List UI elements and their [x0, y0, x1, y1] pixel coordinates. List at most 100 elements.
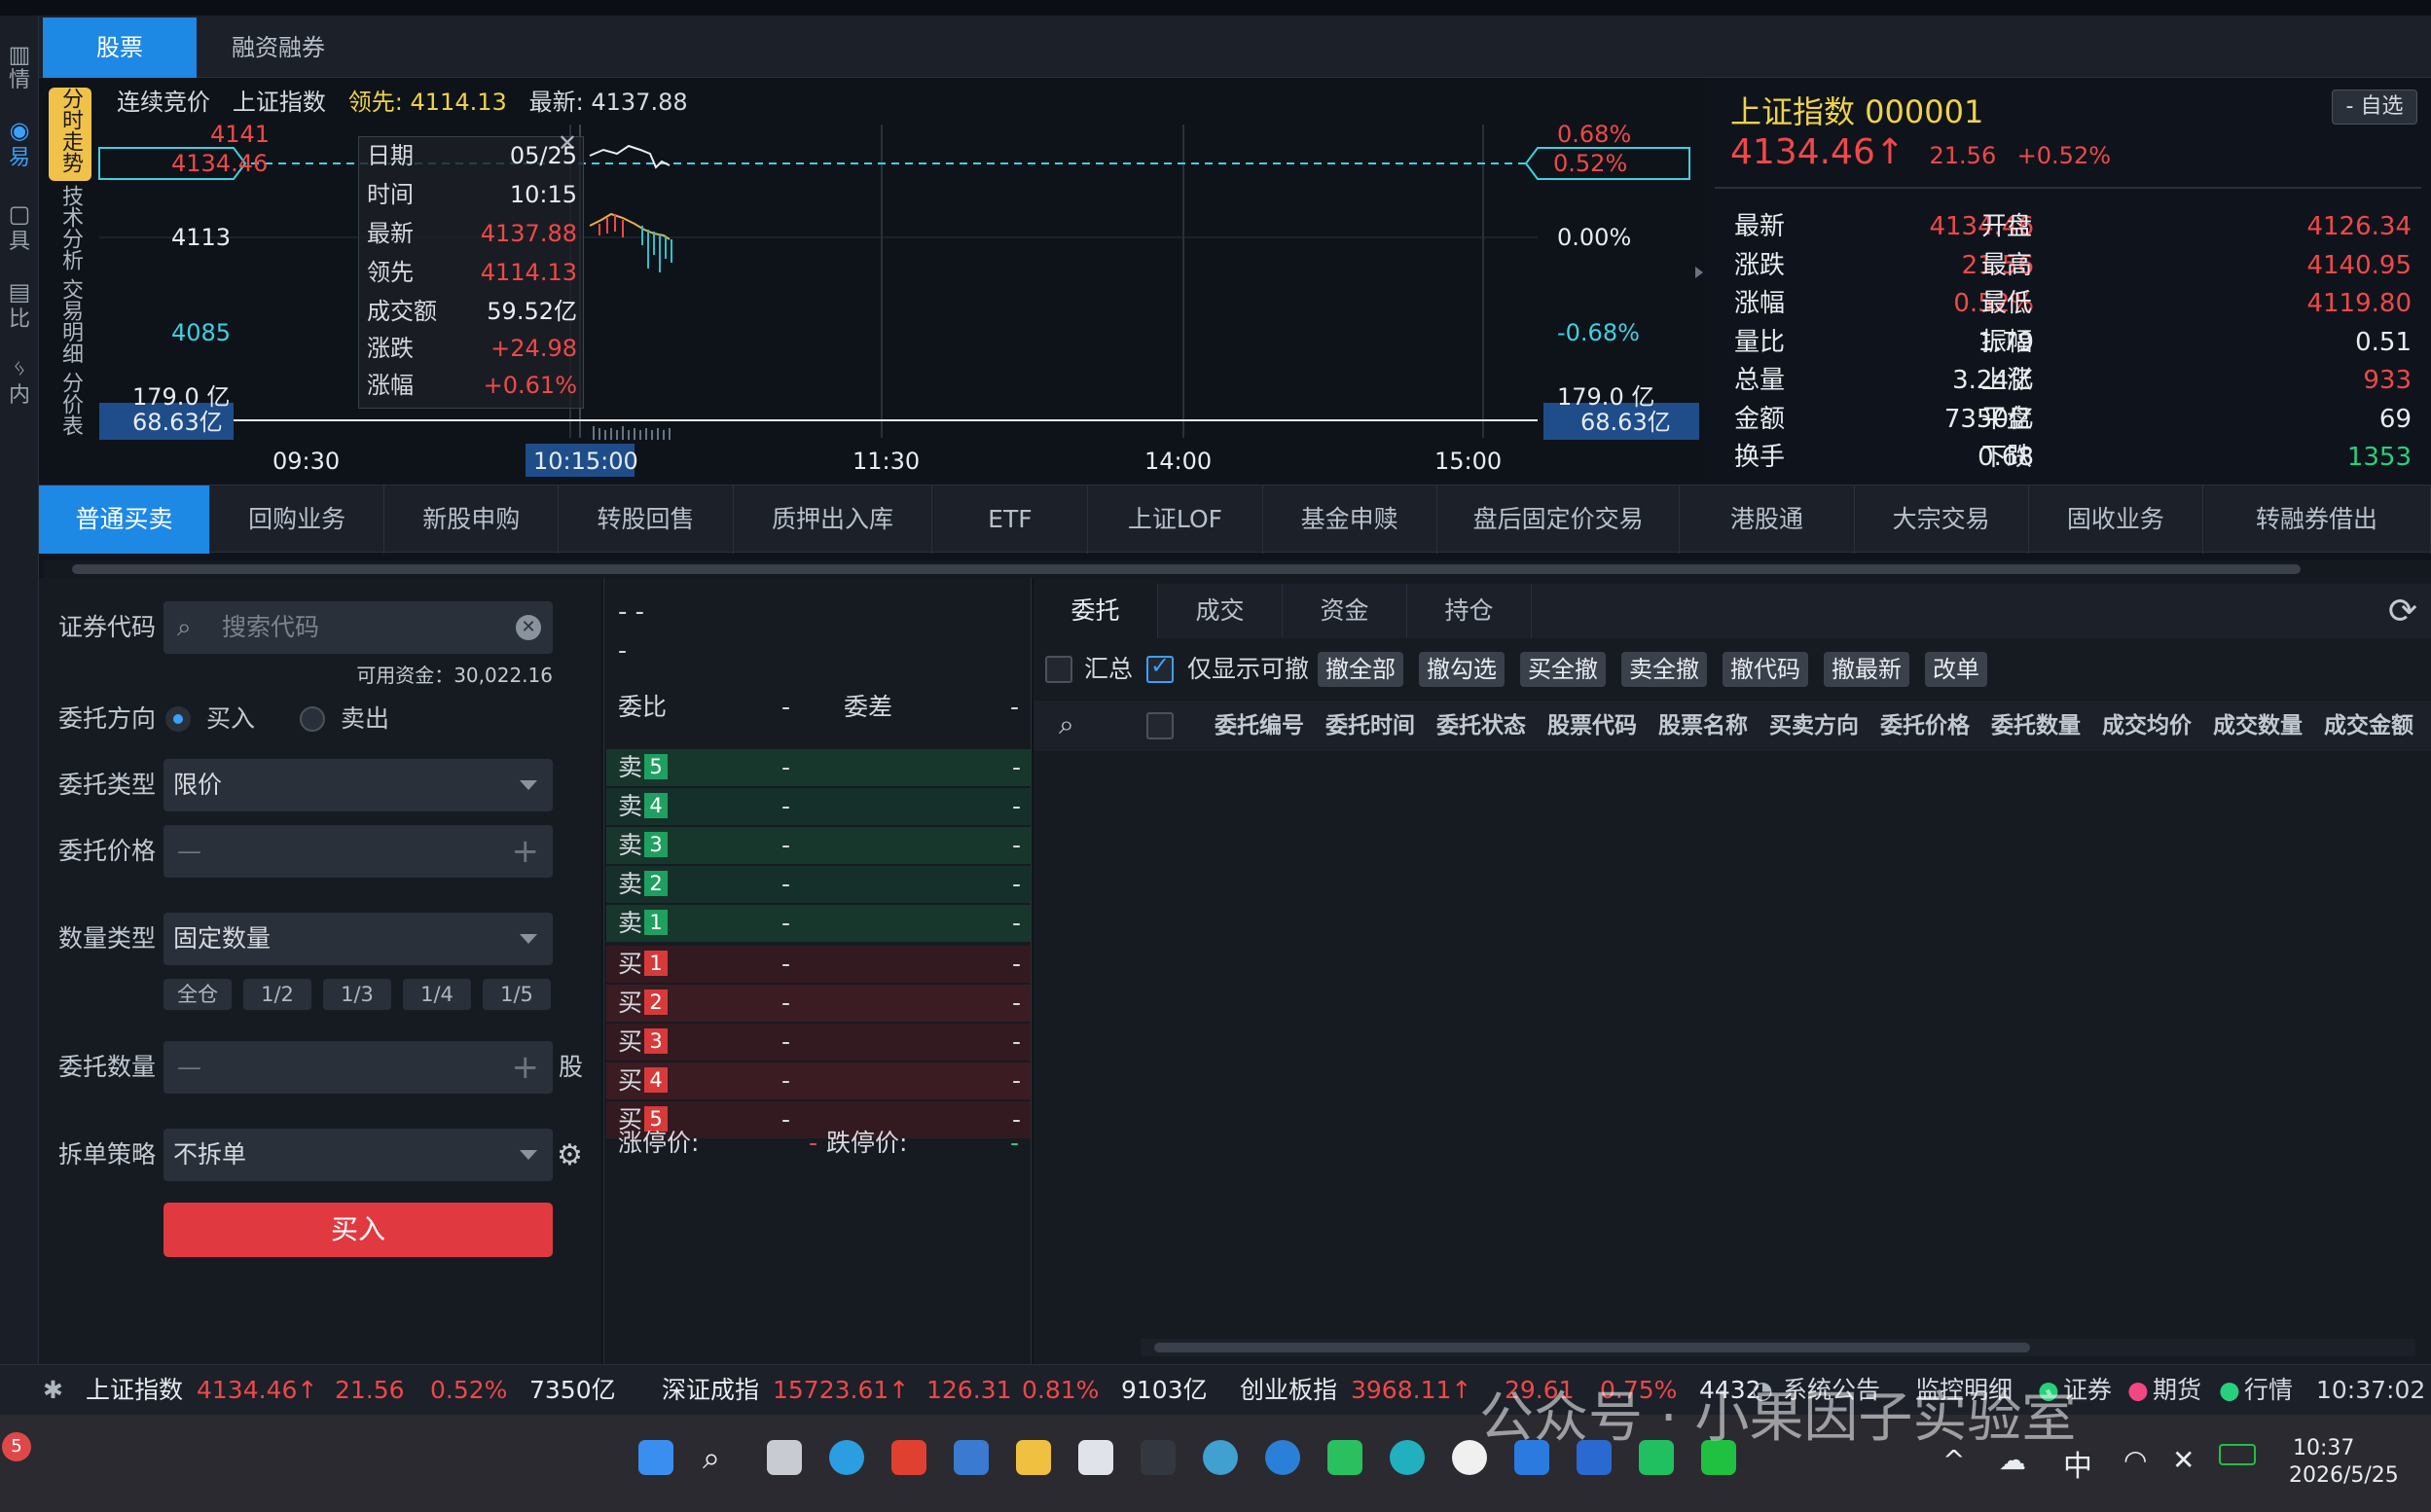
ask-row[interactable]: 卖3 - - [606, 827, 1031, 864]
column-header[interactable]: 委托编号 [1215, 706, 1304, 745]
link-futures[interactable]: 期货 [2153, 1365, 2201, 1416]
qty-stepper[interactable]: — + [163, 1041, 553, 1094]
column-header[interactable]: 成交均价 [2102, 706, 2192, 745]
biz-tab[interactable]: 基金申赎 [1263, 486, 1437, 554]
biz-tab[interactable]: 大宗交易 [1855, 486, 2029, 554]
file-explorer-icon[interactable] [1016, 1440, 1051, 1475]
biz-tab[interactable]: 新股申购 [384, 486, 560, 554]
taskbar-time[interactable]: 10:37 [2293, 1436, 2354, 1460]
globe-app-icon[interactable] [1203, 1440, 1238, 1475]
order-action-button[interactable]: 买全撤 [1520, 652, 1606, 687]
order-type-select[interactable]: 限价 [163, 759, 553, 811]
biz-tab[interactable]: 港股通 [1680, 486, 1855, 554]
tab-orders[interactable]: 委托 [1034, 584, 1158, 638]
store-icon[interactable] [1078, 1440, 1113, 1475]
edge-browser-icon[interactable] [829, 1440, 864, 1475]
biz-tab[interactable]: 上证LOF [1088, 486, 1263, 554]
qty-third-button[interactable]: 1/3 [323, 979, 391, 1010]
order-action-button[interactable]: 撤全部 [1318, 652, 1403, 687]
orders-hscroll-thumb[interactable] [1154, 1343, 2030, 1352]
ticker-name[interactable]: 上证指数 [86, 1365, 183, 1416]
bid-row[interactable]: 买1 - - [606, 946, 1031, 983]
wps-icon[interactable] [891, 1440, 926, 1475]
tab-price-table[interactable]: 分价表 [49, 372, 91, 436]
add-favorite-button[interactable]: - 自选 [2332, 90, 2417, 125]
ticker-name[interactable]: 创业板指 [1240, 1365, 1337, 1416]
summary-checkbox[interactable] [1045, 656, 1072, 683]
bid-row[interactable]: 买3 - - [606, 1024, 1031, 1061]
ask-row[interactable]: 卖1 - - [606, 905, 1031, 942]
tab-margin[interactable]: 融资融券 [197, 18, 360, 78]
chat-app-icon[interactable] [1327, 1440, 1362, 1475]
order-action-button[interactable]: 撤代码 [1723, 652, 1808, 687]
column-header[interactable]: 委托时间 [1325, 706, 1415, 745]
tab-positions[interactable]: 持仓 [1407, 584, 1532, 638]
order-action-button[interactable]: 撤勾选 [1419, 652, 1505, 687]
tab-stock[interactable]: 股票 [43, 18, 197, 78]
app-icon[interactable] [1141, 1440, 1176, 1475]
biz-tab[interactable]: 普通买卖 [39, 486, 210, 554]
start-menu-icon[interactable] [638, 1440, 673, 1475]
split-select[interactable]: 不拆单 [163, 1129, 553, 1181]
sell-radio[interactable] [300, 706, 325, 732]
qty-type-select[interactable]: 固定数量 [163, 913, 553, 965]
search-input[interactable]: ⌕ 搜索代码 ✕ [163, 601, 553, 654]
column-header[interactable]: 委托状态 [1436, 706, 1526, 745]
tab-funds[interactable]: 资金 [1283, 584, 1407, 638]
mail-icon[interactable] [954, 1440, 989, 1475]
pin-icon[interactable]: ✱ [43, 1365, 63, 1416]
edge-alt-icon[interactable] [1265, 1440, 1300, 1475]
scrollbar-thumb[interactable] [72, 564, 2301, 574]
biz-tab[interactable]: 回购业务 [210, 486, 385, 554]
task-view-icon[interactable] [767, 1440, 802, 1475]
plus-icon[interactable]: + [512, 825, 540, 878]
intraday-chart[interactable]: 4141 4134.46 4113 4085 179.0 亿 68.63亿 0.… [39, 78, 1705, 479]
buy-radio[interactable] [165, 706, 191, 732]
buy-button[interactable]: 买入 [163, 1203, 553, 1257]
ask-row[interactable]: 卖4 - - [606, 788, 1031, 825]
ask-row[interactable]: 卖2 - - [606, 866, 1031, 903]
qty-fifth-button[interactable]: 1/5 [483, 979, 551, 1010]
search-icon[interactable]: ⌕ [1059, 708, 1074, 741]
tab-intraday[interactable]: 分时走势 [49, 88, 91, 181]
biz-tab[interactable]: 盘后固定价交易 [1437, 486, 1681, 554]
tab-trade-detail[interactable]: 交易明细 [49, 278, 91, 364]
search-app-icon[interactable] [1390, 1440, 1425, 1475]
cancelable-checkbox[interactable]: ✓ [1146, 652, 1174, 683]
column-header[interactable]: 股票代码 [1547, 706, 1637, 745]
biz-tab[interactable]: ETF [932, 486, 1089, 554]
clear-icon[interactable]: ✕ [516, 615, 541, 640]
link-quotes[interactable]: 行情 [2244, 1365, 2293, 1416]
notification-badge[interactable]: 5 [2, 1432, 31, 1461]
minus-icon[interactable]: — [177, 825, 201, 878]
refresh-icon[interactable]: ⟳ [2388, 592, 2417, 631]
bid-row[interactable]: 买2 - - [606, 985, 1031, 1022]
price-stepper[interactable]: — + [163, 825, 553, 878]
buy-option[interactable]: 买入 [206, 693, 255, 745]
plus-icon[interactable]: + [512, 1041, 540, 1094]
gear-icon[interactable]: ⚙ [557, 1138, 583, 1172]
column-header[interactable]: 委托价格 [1880, 706, 1970, 745]
column-header[interactable]: 委托数量 [1991, 706, 2081, 745]
qty-half-button[interactable]: 1/2 [243, 979, 311, 1010]
biz-tab[interactable]: 转股回售 [559, 486, 734, 554]
ask-row[interactable]: 卖5 - - [606, 749, 1031, 786]
order-action-button[interactable]: 撤最新 [1824, 652, 1909, 687]
wifi-icon[interactable]: ◠ [2123, 1444, 2147, 1476]
column-header[interactable]: 股票名称 [1658, 706, 1748, 745]
chart-plot[interactable]: 4141 4134.46 4113 4085 179.0 亿 68.63亿 0.… [39, 78, 1705, 479]
order-action-button[interactable]: 改单 [1925, 652, 1987, 687]
biz-tab[interactable]: 质押出入库 [734, 486, 933, 554]
minus-icon[interactable]: — [177, 1041, 201, 1094]
tab-technical[interactable]: 技术分析 [49, 185, 91, 270]
collapse-arrow-icon[interactable] [1695, 267, 1703, 278]
order-action-button[interactable]: 卖全撤 [1621, 652, 1707, 687]
biz-tab[interactable]: 转融券借出 [2203, 486, 2431, 554]
search-icon[interactable]: ⌕ [703, 1440, 738, 1475]
column-header[interactable]: 成交数量 [2213, 706, 2303, 745]
taskbar-date[interactable]: 2026/5/25 [2289, 1463, 2399, 1488]
tab-trades[interactable]: 成交 [1158, 584, 1283, 638]
select-all-checkbox[interactable] [1146, 712, 1174, 739]
biz-tab[interactable]: 固收业务 [2029, 486, 2203, 554]
qty-quarter-button[interactable]: 1/4 [403, 979, 471, 1010]
